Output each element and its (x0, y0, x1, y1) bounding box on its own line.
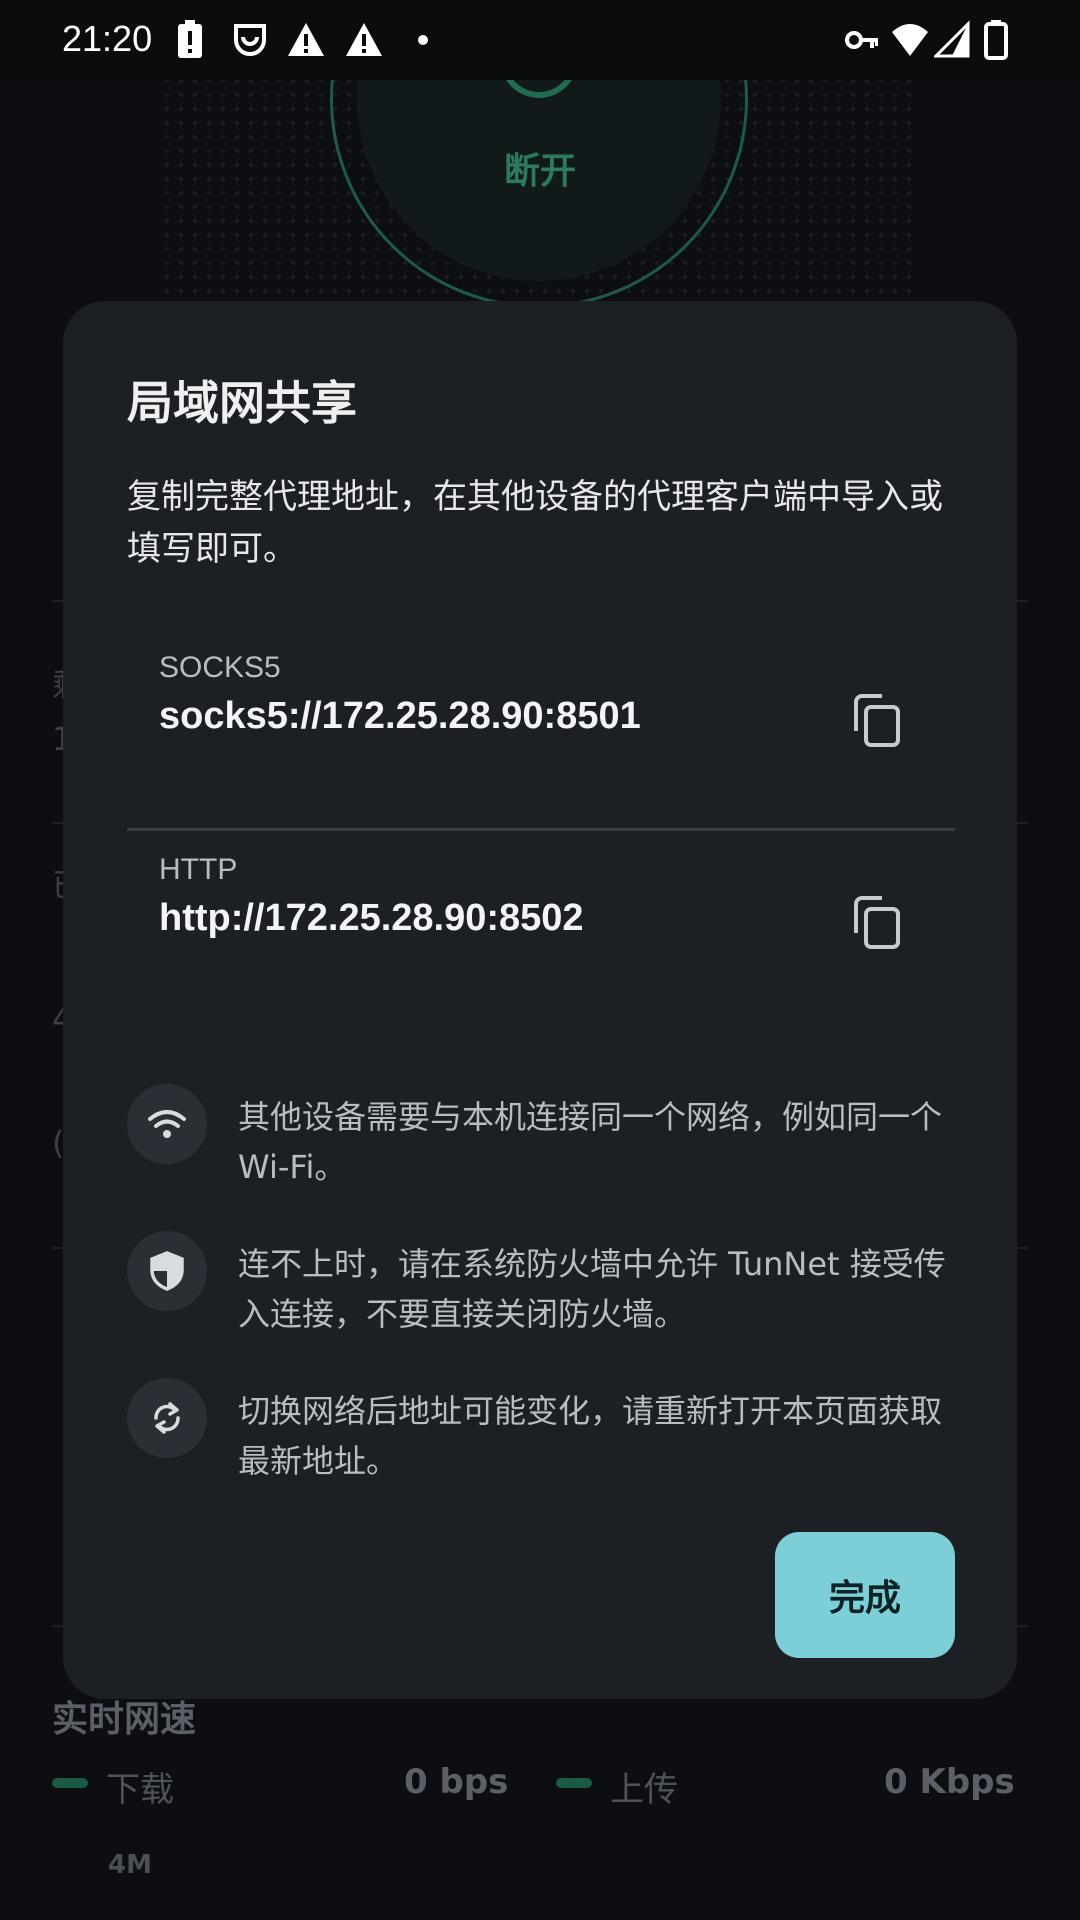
tip-text: 连不上时，请在系统防火墙中允许 TunNet 接受传入连接，不要直接关闭防火墙。 (238, 1245, 946, 1333)
copy-socks5-button[interactable] (845, 689, 909, 753)
notification-dot-icon (418, 35, 428, 45)
tip-icon-badge (127, 1084, 207, 1164)
proxy-divider (127, 828, 955, 831)
copy-icon (854, 694, 900, 747)
download-label: 下载 (106, 1770, 174, 1810)
lan-share-dialog: 局域网共享 复制完整代理地址，在其他设备的代理客户端中导入或填写即可。 SOCK… (63, 301, 1017, 1699)
dialog-description: 复制完整代理地址，在其他设备的代理客户端中导入或填写即可。 (127, 477, 943, 569)
warning-icon (346, 23, 382, 56)
proxy-url[interactable]: http://172.25.28.90:8502 (159, 897, 584, 940)
power-button-label: 断开 (503, 151, 576, 192)
proxy-row-http: HTTP http://172.25.28.90:8502 (127, 853, 955, 1043)
screen: 断开 剩 1 已 4 ( 实时网速 下载 0 bps 上传 0 Kbps 4M … (0, 0, 1080, 1920)
warning-icon (288, 23, 324, 56)
tip-icon-badge (127, 1378, 207, 1458)
done-button[interactable]: 完成 (775, 1532, 955, 1658)
battery-alert-icon (178, 20, 202, 58)
upload-label: 上传 (610, 1770, 678, 1810)
proxy-label: HTTP (159, 853, 238, 886)
dialog-title: 局域网共享 (127, 376, 357, 430)
tip-icon-badge (127, 1231, 207, 1311)
vpn-key-icon (845, 31, 878, 49)
status-time: 21:20 (62, 18, 153, 59)
upload-value: 0 Kbps (884, 1762, 1015, 1802)
copy-http-button[interactable] (845, 891, 909, 955)
battery-icon (984, 20, 1008, 60)
proxy-label: SOCKS5 (159, 651, 281, 684)
copy-icon (854, 896, 900, 949)
chart-axis-label: 4M (108, 1850, 152, 1880)
status-bar: 21:20 (0, 0, 1080, 80)
proxy-row-socks5: SOCKS5 socks5://172.25.28.90:8501 (127, 651, 955, 841)
wifi-signal-icon (892, 24, 928, 56)
cellular-signal-icon (934, 20, 970, 58)
shield-icon (150, 1251, 184, 1291)
download-legend-swatch (52, 1778, 88, 1788)
sync-icon (154, 1402, 180, 1434)
upload-legend-swatch (556, 1778, 592, 1788)
download-value: 0 bps (404, 1762, 509, 1802)
proxy-url[interactable]: socks5://172.25.28.90:8501 (159, 695, 641, 738)
tip-text: 其他设备需要与本机连接同一个网络，例如同一个 Wi-Fi。 (238, 1098, 943, 1186)
tip-text: 切换网络后地址可能变化，请重新打开本页面获取最新地址。 (238, 1392, 943, 1480)
vpn-shield-icon (234, 24, 266, 56)
wifi-icon (148, 1110, 186, 1138)
